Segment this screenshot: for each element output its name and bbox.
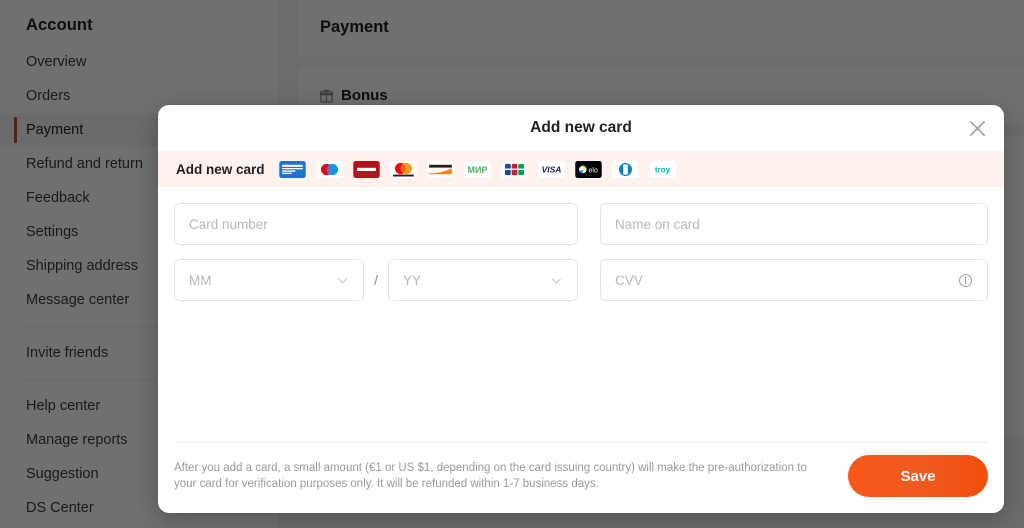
discover-icon bbox=[426, 160, 454, 178]
add-new-card-dialog: Add new card Add new card МИР VISA elo t… bbox=[158, 105, 1004, 513]
card-number-input[interactable] bbox=[189, 216, 563, 232]
maestro-icon bbox=[315, 160, 343, 178]
pre-authorization-note: After you add a card, a small amount (€1… bbox=[174, 462, 807, 490]
expiry-month-select[interactable]: MM bbox=[174, 259, 365, 301]
card-number-field[interactable] bbox=[174, 203, 578, 245]
name-on-card-field[interactable] bbox=[600, 203, 988, 245]
screen: Account OverviewOrdersPaymentRefund and … bbox=[0, 0, 1024, 528]
dialog-footer: After you add a card, a small amount (€1… bbox=[174, 442, 988, 513]
row-expiry-cvv: MM / YY bbox=[174, 259, 988, 301]
dialog-header: Add new card bbox=[158, 105, 1004, 151]
dialog-title: Add new card bbox=[530, 119, 632, 136]
card-number-col bbox=[174, 203, 578, 245]
name-on-card-col bbox=[600, 203, 988, 245]
expiry-year-value: YY bbox=[402, 272, 421, 288]
elo-icon: elo bbox=[574, 160, 602, 178]
accepted-brands-strip: Add new card МИР VISA elo troy bbox=[158, 151, 1004, 187]
expiry-col: MM / YY bbox=[174, 259, 579, 301]
row-card-number bbox=[174, 203, 988, 245]
jcb-icon bbox=[500, 160, 528, 178]
expiry-year-select[interactable]: YY bbox=[387, 259, 579, 301]
svg-text:elo: elo bbox=[588, 166, 598, 174]
svg-text:troy: troy bbox=[654, 165, 670, 174]
diners-club-icon bbox=[611, 160, 639, 178]
cvv-col bbox=[600, 259, 988, 301]
expiry-month-value: MM bbox=[189, 272, 212, 288]
hipercard-icon bbox=[352, 160, 380, 178]
mastercard-icon bbox=[389, 160, 417, 178]
expiry-separator: / bbox=[374, 272, 378, 288]
chevron-down-icon bbox=[336, 274, 349, 287]
info-circle-icon[interactable] bbox=[958, 273, 973, 288]
troy-icon: troy bbox=[648, 160, 676, 178]
amex-icon bbox=[278, 160, 306, 178]
name-on-card-input[interactable] bbox=[615, 216, 973, 232]
svg-text:МИР: МИР bbox=[467, 164, 487, 174]
visa-icon: VISA bbox=[537, 160, 565, 178]
cvv-field[interactable] bbox=[600, 259, 988, 301]
chevron-down-icon bbox=[550, 274, 563, 287]
mir-icon: МИР bbox=[463, 160, 491, 178]
svg-text:VISA: VISA bbox=[541, 164, 561, 174]
save-button[interactable]: Save bbox=[848, 455, 988, 497]
brands-label: Add new card bbox=[176, 161, 265, 177]
close-icon[interactable] bbox=[962, 113, 992, 143]
cvv-input[interactable] bbox=[615, 272, 958, 288]
dialog-body: MM / YY bbox=[158, 187, 1004, 442]
